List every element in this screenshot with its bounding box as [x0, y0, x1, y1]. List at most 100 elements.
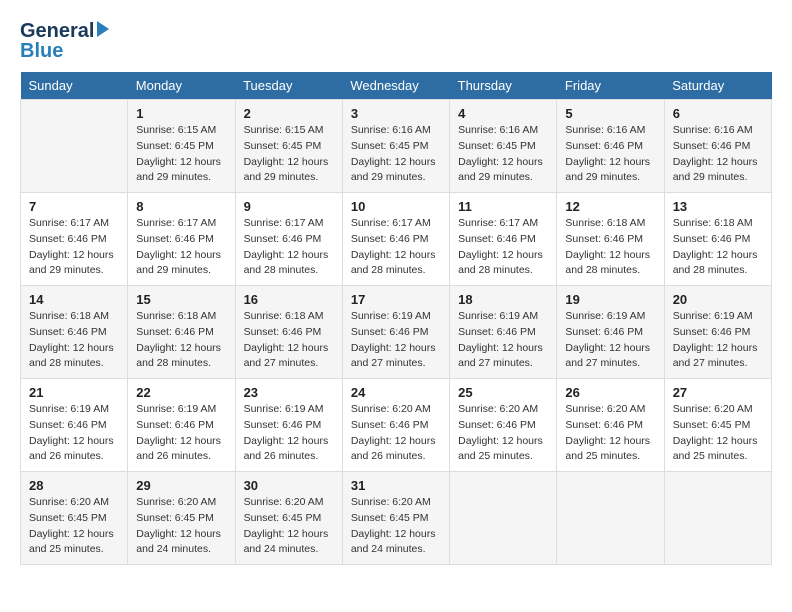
week-row-3: 14 Sunrise: 6:18 AM Sunset: 6:46 PM Dayli…: [21, 286, 772, 379]
day-cell: 23 Sunrise: 6:19 AM Sunset: 6:46 PM Dayli…: [235, 379, 342, 472]
week-row-5: 28 Sunrise: 6:20 AM Sunset: 6:45 PM Dayli…: [21, 472, 772, 565]
day-number: 14: [29, 292, 119, 307]
day-number: 6: [673, 106, 763, 121]
logo-text-general: General: [20, 20, 94, 42]
day-cell: 27 Sunrise: 6:20 AM Sunset: 6:45 PM Dayli…: [664, 379, 771, 472]
day-info: Sunrise: 6:17 AM Sunset: 6:46 PM Dayligh…: [29, 216, 119, 279]
header-row: SundayMondayTuesdayWednesdayThursdayFrid…: [21, 72, 772, 100]
day-number: 13: [673, 199, 763, 214]
day-cell: 12 Sunrise: 6:18 AM Sunset: 6:46 PM Dayli…: [557, 193, 664, 286]
day-cell: [557, 472, 664, 565]
day-number: 7: [29, 199, 119, 214]
day-cell: 14 Sunrise: 6:18 AM Sunset: 6:46 PM Dayli…: [21, 286, 128, 379]
header-cell-saturday: Saturday: [664, 72, 771, 100]
day-cell: 25 Sunrise: 6:20 AM Sunset: 6:46 PM Dayli…: [450, 379, 557, 472]
day-cell: 16Sunrise: 6:18 AM Sunset: 6:46 PM Dayli…: [235, 286, 342, 379]
day-info: Sunrise: 6:20 AM Sunset: 6:46 PM Dayligh…: [351, 402, 441, 465]
header-cell-friday: Friday: [557, 72, 664, 100]
day-info: Sunrise: 6:20 AM Sunset: 6:45 PM Dayligh…: [673, 402, 763, 465]
page-header: General Blue: [20, 20, 772, 62]
day-cell: 3Sunrise: 6:16 AM Sunset: 6:45 PM Daylig…: [342, 100, 449, 193]
day-info: Sunrise: 6:20 AM Sunset: 6:46 PM Dayligh…: [458, 402, 548, 465]
day-info: Sunrise: 6:17 AM Sunset: 6:46 PM Dayligh…: [458, 216, 548, 279]
week-row-4: 21 Sunrise: 6:19 AM Sunset: 6:46 PM Dayli…: [21, 379, 772, 472]
week-row-2: 7 Sunrise: 6:17 AM Sunset: 6:46 PM Daylig…: [21, 193, 772, 286]
day-number: 22: [136, 385, 226, 400]
day-number: 24: [351, 385, 441, 400]
day-info: Sunrise: 6:18 AM Sunset: 6:46 PM Dayligh…: [565, 216, 655, 279]
day-info: Sunrise: 6:17 AM Sunset: 6:46 PM Dayligh…: [136, 216, 226, 279]
header-cell-sunday: Sunday: [21, 72, 128, 100]
day-number: 28: [29, 478, 119, 493]
day-number: 3: [351, 106, 441, 121]
day-number: 31: [351, 478, 441, 493]
day-info: Sunrise: 6:20 AM Sunset: 6:46 PM Dayligh…: [565, 402, 655, 465]
day-cell: 19 Sunrise: 6:19 AM Sunset: 6:46 PM Dayli…: [557, 286, 664, 379]
day-number: 27: [673, 385, 763, 400]
day-cell: 13 Sunrise: 6:18 AM Sunset: 6:46 PM Dayli…: [664, 193, 771, 286]
day-cell: [664, 472, 771, 565]
day-number: 23: [244, 385, 334, 400]
day-info: Sunrise: 6:18 AM Sunset: 6:46 PM Dayligh…: [244, 309, 334, 372]
day-number: 17: [351, 292, 441, 307]
day-number: 21: [29, 385, 119, 400]
day-info: Sunrise: 6:15 AM Sunset: 6:45 PM Dayligh…: [136, 123, 226, 186]
day-cell: 6 Sunrise: 6:16 AM Sunset: 6:46 PM Daylig…: [664, 100, 771, 193]
day-number: 5: [565, 106, 655, 121]
day-cell: 9 Sunrise: 6:17 AM Sunset: 6:46 PM Daylig…: [235, 193, 342, 286]
logo-arrow-icon: [97, 21, 109, 37]
day-info: Sunrise: 6:16 AM Sunset: 6:46 PM Dayligh…: [673, 123, 763, 186]
day-number: 30: [244, 478, 334, 493]
day-cell: 8 Sunrise: 6:17 AM Sunset: 6:46 PM Daylig…: [128, 193, 235, 286]
day-info: Sunrise: 6:16 AM Sunset: 6:45 PM Dayligh…: [458, 123, 548, 186]
day-number: 19: [565, 292, 655, 307]
day-number: 12: [565, 199, 655, 214]
day-number: 1: [136, 106, 226, 121]
day-number: 10: [351, 199, 441, 214]
day-info: Sunrise: 6:16 AM Sunset: 6:46 PM Dayligh…: [565, 123, 655, 186]
day-number: 2: [244, 106, 334, 121]
day-info: Sunrise: 6:19 AM Sunset: 6:46 PM Dayligh…: [244, 402, 334, 465]
day-cell: 18 Sunrise: 6:19 AM Sunset: 6:46 PM Dayli…: [450, 286, 557, 379]
header-cell-thursday: Thursday: [450, 72, 557, 100]
day-info: Sunrise: 6:19 AM Sunset: 6:46 PM Dayligh…: [458, 309, 548, 372]
header-cell-tuesday: Tuesday: [235, 72, 342, 100]
day-cell: 21 Sunrise: 6:19 AM Sunset: 6:46 PM Dayli…: [21, 379, 128, 472]
week-row-1: 1 Sunrise: 6:15 AM Sunset: 6:45 PM Daylig…: [21, 100, 772, 193]
day-number: 8: [136, 199, 226, 214]
day-cell: 30 Sunrise: 6:20 AM Sunset: 6:45 PM Dayli…: [235, 472, 342, 565]
day-info: Sunrise: 6:17 AM Sunset: 6:46 PM Dayligh…: [351, 216, 441, 279]
header-cell-monday: Monday: [128, 72, 235, 100]
day-number: 29: [136, 478, 226, 493]
day-info: Sunrise: 6:20 AM Sunset: 6:45 PM Dayligh…: [136, 495, 226, 558]
day-info: Sunrise: 6:19 AM Sunset: 6:46 PM Dayligh…: [673, 309, 763, 372]
day-cell: 24 Sunrise: 6:20 AM Sunset: 6:46 PM Dayli…: [342, 379, 449, 472]
day-cell: 15 Sunrise: 6:18 AM Sunset: 6:46 PM Dayli…: [128, 286, 235, 379]
day-cell: 17 Sunrise: 6:19 AM Sunset: 6:46 PM Dayli…: [342, 286, 449, 379]
day-info: Sunrise: 6:18 AM Sunset: 6:46 PM Dayligh…: [29, 309, 119, 372]
day-cell: 28Sunrise: 6:20 AM Sunset: 6:45 PM Dayli…: [21, 472, 128, 565]
day-cell: 10 Sunrise: 6:17 AM Sunset: 6:46 PM Dayli…: [342, 193, 449, 286]
day-info: Sunrise: 6:17 AM Sunset: 6:46 PM Dayligh…: [244, 216, 334, 279]
day-cell: 1 Sunrise: 6:15 AM Sunset: 6:45 PM Daylig…: [128, 100, 235, 193]
day-info: Sunrise: 6:18 AM Sunset: 6:46 PM Dayligh…: [136, 309, 226, 372]
day-info: Sunrise: 6:20 AM Sunset: 6:45 PM Dayligh…: [244, 495, 334, 558]
day-number: 25: [458, 385, 548, 400]
day-number: 18: [458, 292, 548, 307]
day-cell: 5 Sunrise: 6:16 AM Sunset: 6:46 PM Daylig…: [557, 100, 664, 193]
day-cell: 26Sunrise: 6:20 AM Sunset: 6:46 PM Dayli…: [557, 379, 664, 472]
day-number: 20: [673, 292, 763, 307]
calendar-table: SundayMondayTuesdayWednesdayThursdayFrid…: [20, 72, 772, 565]
day-info: Sunrise: 6:20 AM Sunset: 6:45 PM Dayligh…: [351, 495, 441, 558]
day-number: 9: [244, 199, 334, 214]
logo: General Blue: [20, 20, 109, 62]
day-cell: 7 Sunrise: 6:17 AM Sunset: 6:46 PM Daylig…: [21, 193, 128, 286]
day-cell: [21, 100, 128, 193]
day-number: 15: [136, 292, 226, 307]
day-cell: 31 Sunrise: 6:20 AM Sunset: 6:45 PM Dayli…: [342, 472, 449, 565]
day-info: Sunrise: 6:18 AM Sunset: 6:46 PM Dayligh…: [673, 216, 763, 279]
day-cell: 29 Sunrise: 6:20 AM Sunset: 6:45 PM Dayli…: [128, 472, 235, 565]
day-info: Sunrise: 6:19 AM Sunset: 6:46 PM Dayligh…: [565, 309, 655, 372]
day-info: Sunrise: 6:19 AM Sunset: 6:46 PM Dayligh…: [351, 309, 441, 372]
day-info: Sunrise: 6:19 AM Sunset: 6:46 PM Dayligh…: [29, 402, 119, 465]
